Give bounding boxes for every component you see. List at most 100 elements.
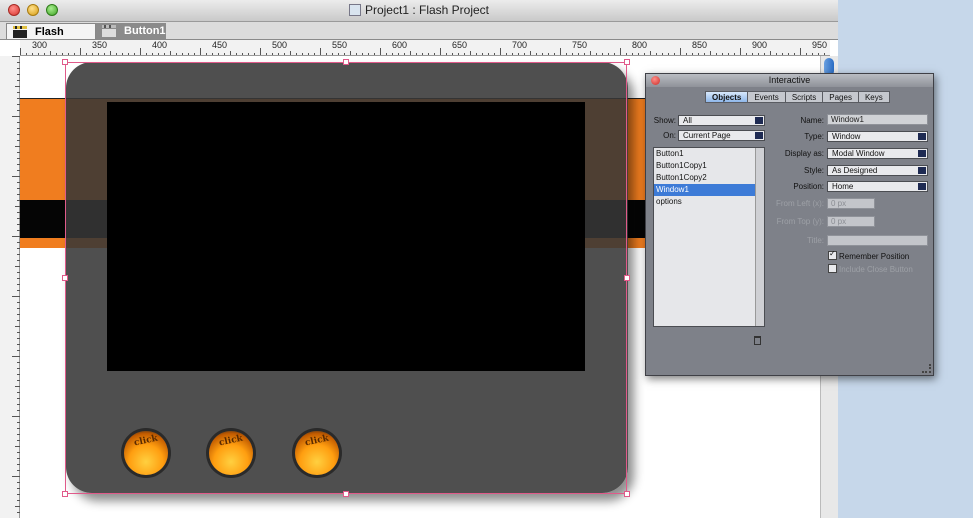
style-label: Style: (803, 166, 824, 175)
interactive-palette: Interactive Objects Events Scripts Pages… (645, 73, 934, 376)
palette-close-button[interactable] (651, 76, 660, 85)
type-select[interactable]: Window (827, 131, 928, 142)
resize-handle-w[interactable] (62, 275, 68, 281)
list-item[interactable]: options (654, 196, 764, 208)
list-item[interactable]: Button1 (654, 148, 764, 160)
tab-button1-label: Button1 (124, 25, 166, 37)
remember-position-checkbox[interactable]: Remember Position (828, 249, 910, 261)
clapperboard-icon (13, 26, 27, 38)
from-top-field[interactable]: 0 px (827, 216, 875, 227)
resize-handle-s[interactable] (343, 491, 349, 497)
tab-objects[interactable]: Objects (705, 91, 749, 103)
objects-list[interactable]: Button1 Button1Copy1 Button1Copy2 Window… (653, 147, 765, 327)
ruler-label: 700 (512, 40, 528, 50)
list-item[interactable]: Button1Copy1 (654, 160, 764, 172)
name-label: Name: (800, 116, 824, 125)
click-button-3[interactable]: click (295, 431, 339, 475)
chevron-down-icon (918, 183, 926, 190)
display-as-select[interactable]: Modal Window (827, 148, 928, 159)
resize-handle-se[interactable] (624, 491, 630, 497)
ruler-label: 800 (632, 40, 648, 50)
ruler-label: 550 (332, 40, 348, 50)
modal-window-object[interactable]: click click click (66, 62, 628, 493)
list-scrollbar[interactable] (755, 148, 764, 326)
tab-button1[interactable]: Button1 (96, 23, 166, 39)
ruler-label: 450 (212, 40, 228, 50)
chevron-down-icon (918, 167, 926, 174)
position-label: Position: (793, 182, 824, 191)
title-field[interactable] (827, 235, 928, 246)
include-close-button-label: Include Close Button (839, 265, 913, 274)
from-left-label: From Left (x): (775, 199, 824, 208)
ruler-ticks (20, 48, 825, 55)
checkbox-unchecked-icon (828, 264, 837, 273)
name-field[interactable]: Window1 (827, 114, 928, 125)
position-select-value: Home (832, 182, 854, 191)
ruler-label: 650 (452, 40, 468, 50)
remember-position-label: Remember Position (839, 252, 910, 261)
display-as-label: Display as: (784, 149, 824, 158)
top-ruler: 300 350 400 450 500 550 600 650 700 750 800 850 900 9… (20, 40, 830, 56)
type-select-value: Window (832, 132, 861, 141)
resize-handle-e[interactable] (624, 275, 630, 281)
chevron-down-icon (755, 132, 763, 139)
on-select[interactable]: Current Page (678, 130, 765, 141)
on-select-value: Current Page (683, 131, 731, 140)
trash-icon[interactable] (754, 336, 761, 345)
chevron-down-icon (918, 133, 926, 140)
ruler-label: 350 (92, 40, 108, 50)
tab-flash-project[interactable]: Flash Project (6, 23, 96, 54)
window-screen-area (107, 102, 585, 371)
tab-keys[interactable]: Keys (857, 91, 890, 103)
ruler-label: 600 (392, 40, 408, 50)
click-button-1[interactable]: click (124, 431, 168, 475)
left-ruler-ticks (12, 56, 20, 513)
palette-title: Interactive (768, 75, 811, 85)
resize-grip-icon[interactable] (922, 364, 931, 373)
on-label: On: (663, 131, 676, 140)
ruler-label: 850 (692, 40, 708, 50)
click-button-2-label: click (218, 433, 244, 449)
list-item[interactable]: Button1Copy2 (654, 172, 764, 184)
title-label: Title: (806, 236, 824, 245)
show-select-value: All (683, 116, 692, 125)
tab-bar: Flash Project Button1 (0, 22, 838, 54)
resize-handle-ne[interactable] (624, 59, 630, 65)
ruler-label: 400 (152, 40, 168, 50)
type-label: Type: (804, 132, 824, 141)
display-as-select-value: Modal Window (832, 149, 885, 158)
ruler-label: 950 (812, 40, 828, 50)
window-titlebar: Project1 : Flash Project (0, 0, 838, 22)
clapperboard-icon (102, 25, 116, 37)
resize-handle-n[interactable] (343, 59, 349, 65)
palette-titlebar[interactable]: Interactive (646, 74, 933, 87)
chevron-down-icon (918, 150, 926, 157)
ruler-label: 750 (572, 40, 588, 50)
from-top-label: From Top (y): (776, 217, 824, 226)
checkbox-checked-icon (828, 249, 837, 260)
chevron-down-icon (755, 117, 763, 124)
tab-pages[interactable]: Pages (822, 91, 859, 103)
style-select-value: As Designed (832, 166, 878, 175)
click-button-3-label: click (304, 433, 330, 449)
show-label: Show: (653, 116, 676, 125)
document-icon (348, 4, 361, 16)
window-title: Project1 : Flash Project (0, 3, 838, 17)
resize-handle-sw[interactable] (62, 491, 68, 497)
left-ruler (0, 56, 20, 518)
list-item-selected[interactable]: Window1 (654, 184, 764, 196)
window-title-text: Project1 : Flash Project (364, 3, 490, 17)
from-left-field[interactable]: 0 px (827, 198, 875, 209)
show-select[interactable]: All (678, 115, 765, 126)
include-close-button-checkbox[interactable]: Include Close Button (828, 264, 913, 274)
style-select[interactable]: As Designed (827, 165, 928, 176)
ruler-label: 900 (752, 40, 768, 50)
ruler-label: 300 (32, 40, 48, 50)
tab-events[interactable]: Events (747, 91, 786, 103)
position-select[interactable]: Home (827, 181, 928, 192)
ruler-label: 500 (272, 40, 288, 50)
resize-handle-nw[interactable] (62, 59, 68, 65)
palette-tabs: Objects Events Scripts Pages Keys (705, 91, 890, 103)
click-button-2[interactable]: click (209, 431, 253, 475)
tab-scripts[interactable]: Scripts (784, 91, 824, 103)
